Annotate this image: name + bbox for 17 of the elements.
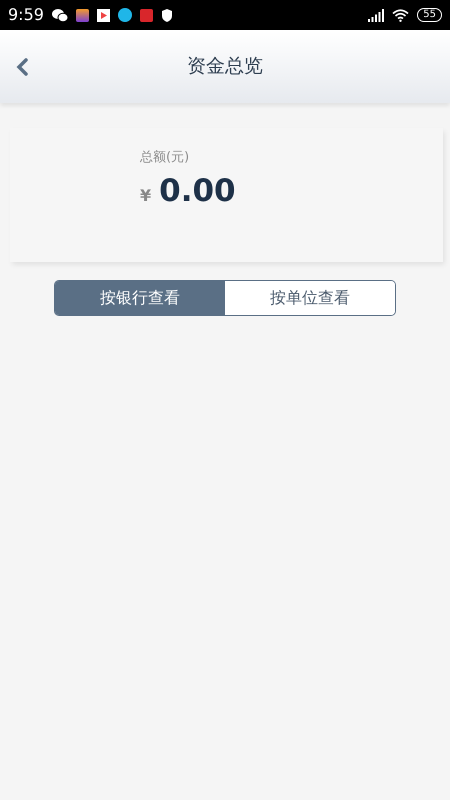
view-tab[interactable]: 按银行查看	[55, 281, 225, 315]
wifi-icon	[392, 8, 410, 22]
currency-symbol: ¥	[140, 184, 152, 206]
page-title: 资金总览	[187, 54, 263, 80]
app-icon	[118, 8, 132, 22]
total-amount: 0.00	[159, 176, 236, 206]
status-time: 9:59	[8, 4, 44, 26]
app-icon	[76, 8, 89, 22]
chat-icon	[52, 8, 68, 22]
play-store-icon	[96, 8, 110, 22]
shield-icon	[160, 8, 173, 22]
view-tab[interactable]: 按单位查看	[225, 281, 395, 315]
back-icon[interactable]	[16, 58, 28, 76]
app-icon	[140, 8, 153, 22]
total-label: 总额(元)	[140, 149, 190, 167]
battery-icon: 55	[417, 8, 442, 22]
signal-icon	[368, 8, 384, 22]
